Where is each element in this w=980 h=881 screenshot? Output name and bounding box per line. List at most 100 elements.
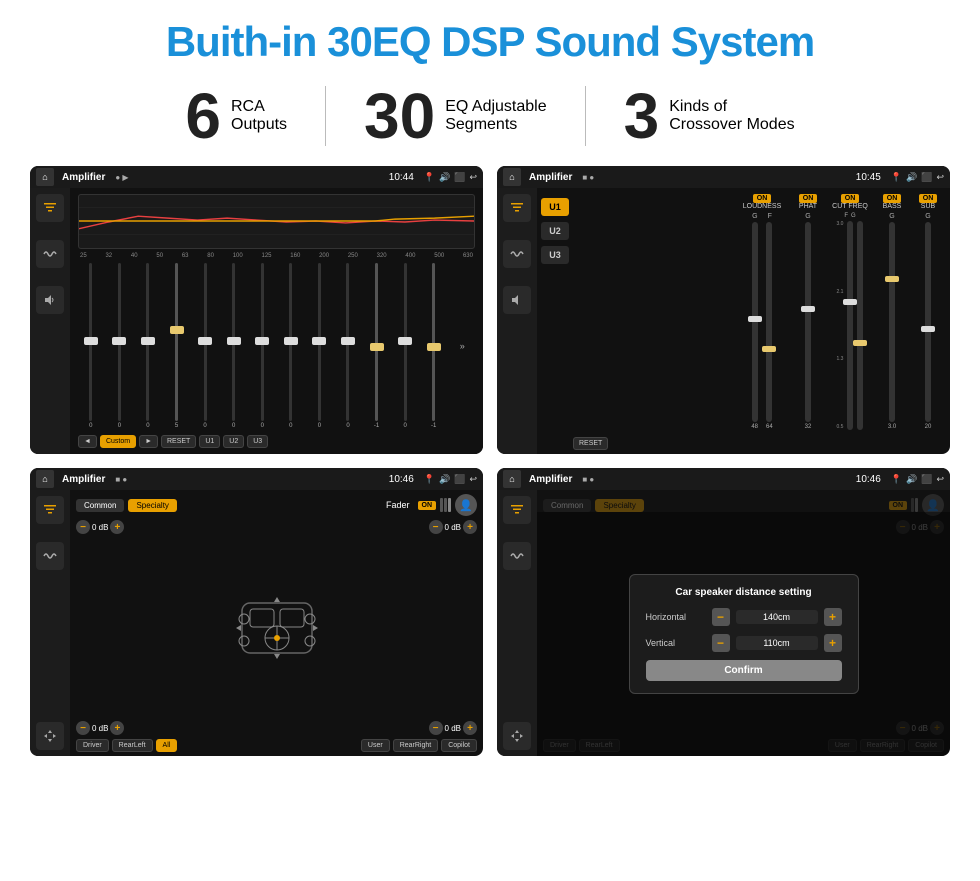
fader-tr-minus[interactable]: − — [429, 520, 443, 534]
dialog-box: Car speaker distance setting Horizontal … — [629, 574, 859, 694]
eq-slider-12[interactable]: 0 — [392, 263, 418, 429]
crossover-u2-btn[interactable]: U2 — [541, 222, 569, 240]
dialog-vertical-minus[interactable]: − — [712, 634, 730, 652]
cutfreq-g-track[interactable] — [857, 221, 863, 430]
ch-cutfreq-on[interactable]: ON — [841, 194, 860, 203]
bass-thumb[interactable] — [885, 276, 899, 282]
fader-bl-control: − 0 dB + — [76, 721, 124, 735]
crossover-home-icon[interactable]: ⌂ — [503, 168, 521, 186]
eq-play-btn[interactable]: ► — [139, 435, 158, 448]
fader-rearright-btn[interactable]: RearRight — [393, 739, 439, 752]
eq-filter-btn[interactable] — [36, 194, 64, 222]
fader-location-icon: 📍 — [424, 474, 435, 485]
eq-slider-2[interactable]: 0 — [107, 263, 133, 429]
eq-u1-btn[interactable]: U1 — [199, 435, 220, 448]
eq-slider-6[interactable]: 0 — [221, 263, 247, 429]
eq-slider-3[interactable]: 0 — [135, 263, 161, 429]
fader-arrows-btn[interactable] — [36, 722, 64, 750]
phat-track[interactable] — [805, 222, 811, 422]
dialog-horizontal-plus[interactable]: + — [824, 608, 842, 626]
fader-tr-plus[interactable]: + — [463, 520, 477, 534]
fader-bl-plus[interactable]: + — [110, 721, 124, 735]
eq-slider-13[interactable]: -1 — [421, 263, 447, 429]
loudness-g-thumb[interactable] — [748, 316, 762, 322]
fader-common-tab[interactable]: Common — [76, 499, 124, 512]
eq-slider-4[interactable]: 5 — [164, 263, 190, 429]
loudness-sliders[interactable] — [752, 222, 772, 422]
fader-copilot-btn[interactable]: Copilot — [441, 739, 477, 752]
dialog-confirm-button[interactable]: Confirm — [646, 660, 842, 681]
dialog-back-icon[interactable]: ↩ — [936, 474, 944, 485]
crossover-reset-btn[interactable]: RESET — [573, 437, 608, 450]
dialog-home-icon[interactable]: ⌂ — [503, 470, 521, 488]
ch-loudness-on[interactable]: ON — [753, 194, 772, 203]
fader-tl-plus[interactable]: + — [110, 520, 124, 534]
stat-eq-desc-line1: EQ Adjustable — [445, 98, 546, 116]
bass-track[interactable] — [889, 222, 895, 422]
fader-bl-minus[interactable]: − — [76, 721, 90, 735]
loudness-g-track[interactable] — [752, 222, 758, 422]
ch-bass-on[interactable]: ON — [883, 194, 902, 203]
back-icon[interactable]: ↩ — [469, 172, 477, 183]
dialog-arrows-btn[interactable] — [503, 722, 531, 750]
cutfreq-f-track[interactable] — [847, 221, 853, 430]
eq-slider-11[interactable]: -1 — [364, 263, 390, 429]
eq-speaker-btn[interactable] — [36, 286, 64, 314]
eq-slider-9[interactable]: 0 — [307, 263, 333, 429]
eq-expand[interactable]: » — [450, 263, 476, 429]
crossover-u1-btn[interactable]: U1 — [541, 198, 569, 216]
dialog-status-icons: 📍 🔊 ⬛ ↩ — [891, 474, 944, 485]
eq-u2-btn[interactable]: U2 — [223, 435, 244, 448]
fader-on-badge[interactable]: ON — [418, 501, 437, 510]
fader-tl-minus[interactable]: − — [76, 520, 90, 534]
crossover-screen-content: U1 U2 U3 ON LOUDNESS ON — [497, 188, 950, 454]
crossover-speaker-btn[interactable] — [503, 286, 531, 314]
crossover-filter-btn[interactable] — [503, 194, 531, 222]
cutfreq-freq-labels: 3.0 2.1 1.3 0.5 — [837, 221, 844, 430]
dialog-filter-btn[interactable] — [503, 496, 531, 524]
crossover-wave-btn[interactable] — [503, 240, 531, 268]
loudness-f-thumb[interactable] — [762, 346, 776, 352]
eq-wave-btn[interactable] — [36, 240, 64, 268]
dialog-vertical-plus[interactable]: + — [824, 634, 842, 652]
crossover-u3-btn[interactable]: U3 — [541, 246, 569, 264]
eq-slider-1[interactable]: 0 — [78, 263, 104, 429]
cutfreq-f-thumb[interactable] — [843, 299, 857, 305]
eq-slider-8[interactable]: 0 — [278, 263, 304, 429]
fader-br-minus[interactable]: − — [429, 721, 443, 735]
person-icon[interactable]: 👤 — [455, 494, 477, 516]
eq-slider-7[interactable]: 0 — [249, 263, 275, 429]
home-icon[interactable]: ⌂ — [36, 168, 54, 186]
crossover-back-icon[interactable]: ↩ — [936, 172, 944, 183]
fader-back-icon[interactable]: ↩ — [469, 474, 477, 485]
fader-rearleft-btn[interactable]: RearLeft — [112, 739, 153, 752]
dialog-wave-btn[interactable] — [503, 542, 531, 570]
fader-br-plus[interactable]: + — [463, 721, 477, 735]
cutfreq-g-thumb[interactable] — [853, 340, 867, 346]
stat-eq-desc: EQ Adjustable Segments — [445, 98, 546, 134]
eq-side-panel — [30, 188, 70, 454]
sub-thumb[interactable] — [921, 326, 935, 332]
fader-driver-btn[interactable]: Driver — [76, 739, 109, 752]
ch-phat-on[interactable]: ON — [799, 194, 818, 203]
eq-custom-btn[interactable]: Custom — [100, 435, 136, 448]
eq-reset-btn[interactable]: RESET — [161, 435, 196, 448]
eq-status-dots: ● ▶ — [115, 173, 128, 182]
fader-all-btn[interactable]: All — [156, 739, 178, 752]
fader-specialty-tab[interactable]: Specialty — [128, 499, 176, 512]
eq-status-bar: ⌂ Amplifier ● ▶ 10:44 📍 🔊 ⬛ ↩ — [30, 166, 483, 188]
phat-thumb[interactable] — [801, 306, 815, 312]
crossover-sliders-area: GF — [573, 213, 946, 430]
sub-track[interactable] — [925, 222, 931, 422]
eq-u3-btn[interactable]: U3 — [247, 435, 268, 448]
eq-slider-5[interactable]: 0 — [192, 263, 218, 429]
eq-slider-10[interactable]: 0 — [335, 263, 361, 429]
dialog-horizontal-minus[interactable]: − — [712, 608, 730, 626]
ch-sub-on[interactable]: ON — [919, 194, 938, 203]
fader-home-icon[interactable]: ⌂ — [36, 470, 54, 488]
fader-user-btn[interactable]: User — [361, 739, 390, 752]
fader-filter-btn[interactable] — [36, 496, 64, 524]
eq-prev-btn[interactable]: ◄ — [78, 435, 97, 448]
loudness-f-track[interactable] — [766, 222, 772, 422]
fader-wave-btn[interactable] — [36, 542, 64, 570]
